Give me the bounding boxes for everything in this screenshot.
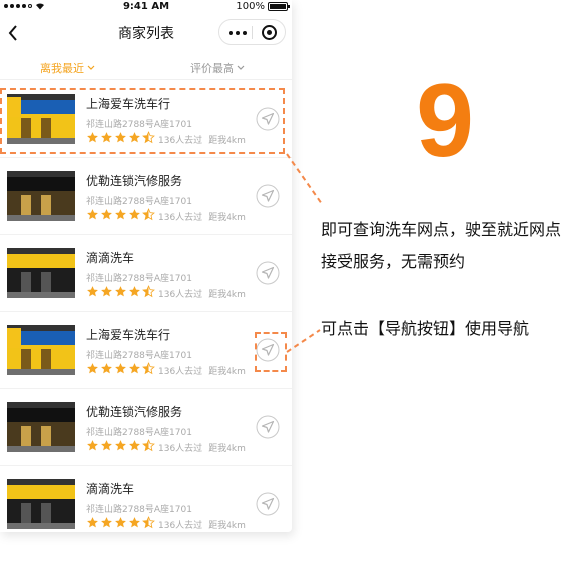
- star-full-icon: [115, 286, 126, 297]
- merchant-rating: [86, 362, 155, 375]
- merchant-distance: 距我4km: [208, 213, 246, 223]
- merchant-meta: 136人去过 距我4km: [158, 210, 246, 223]
- merchant-meta: 136人去过 距我4km: [158, 441, 246, 454]
- merchant-rating: [86, 439, 155, 452]
- star-full-icon: [129, 363, 140, 374]
- star-full-icon: [101, 440, 112, 451]
- star-half-icon: [142, 208, 155, 221]
- merchant-distance: 距我4km: [208, 521, 246, 531]
- merchant-name: 滴滴洗车: [86, 482, 135, 496]
- merchant-photo: [7, 402, 75, 452]
- annotation-text-navigate: 可点击【导航按钮】使用导航: [321, 319, 530, 338]
- phone-screen: 9:41 AM 100% 商家列表 离我最近 评价最高 上海爱车洗车行祁连山路2…: [0, 0, 292, 532]
- star-full-icon: [87, 209, 98, 220]
- mini-program-capsule: [218, 19, 286, 45]
- star-full-icon: [101, 517, 112, 528]
- nav-bar: 商家列表: [0, 17, 292, 49]
- navigation-arrow-icon[interactable]: [256, 492, 280, 516]
- merchant-distance: 距我4km: [208, 290, 246, 300]
- merchant-rating: [86, 208, 155, 221]
- star-full-icon: [129, 286, 140, 297]
- merchant-address: 祁连山路2788号A座1701: [86, 428, 192, 438]
- sort-tab-nearest[interactable]: 离我最近: [40, 60, 95, 76]
- merchant-visits: 136人去过: [158, 521, 203, 531]
- merchant-visits: 136人去过: [158, 367, 203, 377]
- sort-bar: 离我最近 评价最高: [0, 54, 292, 80]
- star-full-icon: [87, 286, 98, 297]
- merchant-photo: [7, 479, 75, 529]
- merchant-row[interactable]: 上海爱车洗车行祁连山路2788号A座1701 136人去过 距我4km: [0, 312, 292, 389]
- star-full-icon: [87, 517, 98, 528]
- merchant-rating: [86, 516, 155, 529]
- star-full-icon: [87, 440, 98, 451]
- annotation-text-search: 即可查询洗车网点，驶至就近网点接受服务，无需预约: [321, 220, 562, 271]
- capsule-close-icon[interactable]: [262, 25, 277, 40]
- battery-icon: [268, 2, 290, 11]
- merchant-address: 祁连山路2788号A座1701: [86, 351, 192, 361]
- merchant-distance: 距我4km: [208, 444, 246, 454]
- merchant-row[interactable]: 滴滴洗车祁连山路2788号A座1701 136人去过 距我4km: [0, 235, 292, 312]
- battery-level: [270, 4, 286, 9]
- merchant-address: 祁连山路2788号A座1701: [86, 274, 192, 284]
- star-full-icon: [101, 286, 112, 297]
- merchant-visits: 136人去过: [158, 290, 203, 300]
- star-full-icon: [129, 517, 140, 528]
- star-half-icon: [142, 516, 155, 529]
- step-number: 9: [416, 63, 474, 179]
- merchant-photo: [7, 171, 75, 221]
- navigation-arrow-icon[interactable]: [256, 184, 280, 208]
- battery-percent: 100%: [236, 1, 265, 12]
- merchant-meta: 136人去过 距我4km: [158, 518, 246, 531]
- chevron-down-icon: [87, 65, 95, 70]
- star-full-icon: [115, 517, 126, 528]
- merchant-rating: [86, 285, 155, 298]
- merchant-name: 滴滴洗车: [86, 251, 135, 265]
- merchant-distance: 距我4km: [208, 367, 246, 377]
- status-bar: 9:41 AM 100%: [0, 0, 292, 16]
- navigation-arrow-icon[interactable]: [256, 261, 280, 285]
- star-full-icon: [115, 363, 126, 374]
- sort-tab-top-rated[interactable]: 评价最高: [190, 60, 245, 76]
- star-full-icon: [129, 440, 140, 451]
- merchant-meta: 136人去过 距我4km: [158, 364, 246, 377]
- more-dots-icon[interactable]: [229, 31, 247, 35]
- star-half-icon: [142, 362, 155, 375]
- capsule-divider: [252, 26, 253, 39]
- star-full-icon: [115, 209, 126, 220]
- star-full-icon: [101, 209, 112, 220]
- navigation-arrow-icon[interactable]: [256, 415, 280, 439]
- merchant-meta: 136人去过 距我4km: [158, 287, 246, 300]
- sort-tab-label: 离我最近: [40, 62, 84, 75]
- star-full-icon: [101, 363, 112, 374]
- merchant-name: 上海爱车洗车行: [86, 328, 171, 342]
- merchant-visits: 136人去过: [158, 213, 203, 223]
- merchant-row[interactable]: 滴滴洗车祁连山路2788号A座1701 136人去过 距我4km: [0, 466, 292, 532]
- merchant-address: 祁连山路2788号A座1701: [86, 197, 192, 207]
- merchant-row[interactable]: 优勒连锁汽修服务祁连山路2788号A座1701 136人去过 距我4km: [0, 389, 292, 466]
- highlight-frame-navigation: [255, 332, 287, 372]
- star-full-icon: [129, 209, 140, 220]
- star-full-icon: [87, 363, 98, 374]
- sort-tab-label: 评价最高: [190, 62, 234, 75]
- chevron-down-icon: [237, 65, 245, 70]
- merchant-name: 优勒连锁汽修服务: [86, 174, 183, 188]
- merchant-address: 祁连山路2788号A座1701: [86, 505, 192, 515]
- battery-indicator: 100%: [236, 1, 290, 12]
- merchant-photo: [7, 248, 75, 298]
- highlight-frame-merchant: [0, 88, 285, 154]
- star-half-icon: [142, 439, 155, 452]
- merchant-name: 优勒连锁汽修服务: [86, 405, 183, 419]
- star-half-icon: [142, 285, 155, 298]
- merchant-visits: 136人去过: [158, 444, 203, 454]
- star-full-icon: [115, 440, 126, 451]
- merchant-photo: [7, 325, 75, 375]
- merchant-row[interactable]: 优勒连锁汽修服务祁连山路2788号A座1701 136人去过 距我4km: [0, 158, 292, 235]
